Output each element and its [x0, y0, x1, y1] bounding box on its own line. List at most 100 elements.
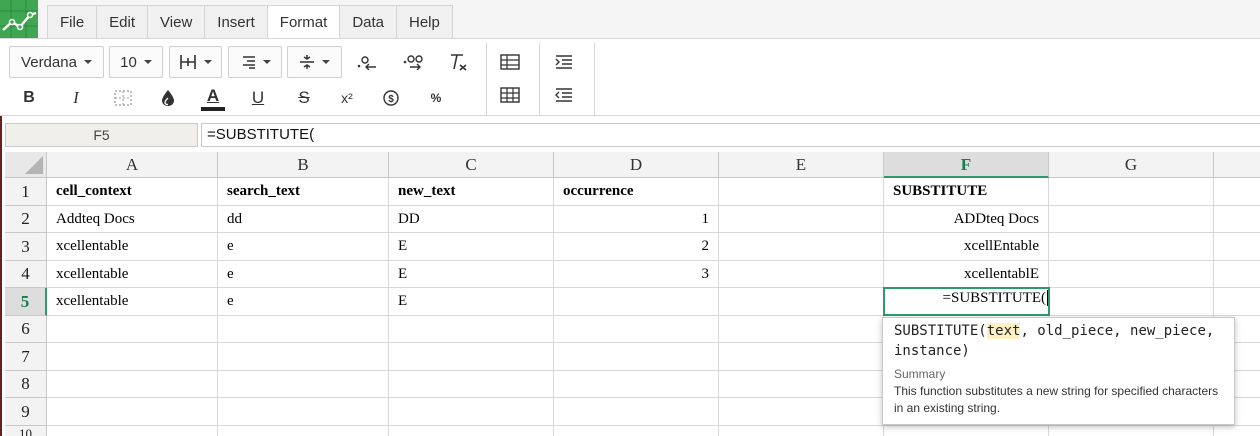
cell-e9[interactable]: [719, 398, 884, 426]
cell-d2[interactable]: 1: [554, 206, 719, 233]
cell-d6[interactable]: [554, 316, 719, 343]
cell-c9[interactable]: [389, 398, 554, 426]
cell-b2[interactable]: dd: [218, 206, 389, 233]
cell-c4[interactable]: E: [389, 261, 554, 288]
cell-b8[interactable]: [218, 371, 389, 398]
outdent-button[interactable]: [552, 83, 576, 107]
fill-color-button[interactable]: [155, 85, 181, 111]
cell-e10[interactable]: [719, 426, 884, 436]
cell-e3[interactable]: [719, 233, 884, 261]
column-header-a[interactable]: A: [47, 152, 218, 178]
cell-c2[interactable]: DD: [389, 206, 554, 233]
cell-e2[interactable]: [719, 206, 884, 233]
cell-f3[interactable]: xcellEntable: [884, 233, 1049, 261]
indent-button[interactable]: [552, 50, 576, 74]
menu-insert[interactable]: Insert: [204, 5, 268, 38]
align-dropdown[interactable]: [228, 46, 282, 78]
cell-c6[interactable]: [389, 316, 554, 343]
decrease-decimal-button[interactable]: [354, 49, 380, 75]
row-header-9[interactable]: 9: [5, 398, 47, 426]
cell-e5[interactable]: [719, 288, 884, 316]
cell-borders-button[interactable]: [110, 85, 136, 111]
select-all-corner[interactable]: [5, 152, 47, 178]
cell-d8[interactable]: [554, 371, 719, 398]
cell-d9[interactable]: [554, 398, 719, 426]
cell-c1[interactable]: new_text: [389, 178, 554, 206]
cell-name-box[interactable]: F5: [5, 123, 198, 147]
row-header-1[interactable]: 1: [5, 178, 47, 206]
column-header-b[interactable]: B: [218, 152, 389, 178]
cell-g10[interactable]: [1049, 426, 1214, 436]
row-header-10[interactable]: 10: [5, 426, 47, 436]
percent-button[interactable]: %: [423, 85, 449, 111]
cell-d1[interactable]: occurrence: [554, 178, 719, 206]
cell-d7[interactable]: [554, 343, 719, 371]
row-header-8[interactable]: 8: [5, 371, 47, 398]
cell-c10[interactable]: [389, 426, 554, 436]
cell-a7[interactable]: [47, 343, 218, 371]
menu-format[interactable]: Format: [266, 5, 341, 38]
cell-c7[interactable]: [389, 343, 554, 371]
row-header-7[interactable]: 7: [5, 343, 47, 371]
font-size-select[interactable]: 10: [109, 46, 163, 78]
underline-button[interactable]: U: [245, 85, 271, 111]
cell-d5[interactable]: [554, 288, 719, 316]
cell-f10[interactable]: [884, 426, 1049, 436]
cell-h4[interactable]: [1214, 261, 1260, 288]
row-header-5[interactable]: 5: [5, 288, 47, 316]
superscript-button[interactable]: x²: [334, 85, 360, 111]
insert-table-button[interactable]: [498, 50, 522, 74]
cell-b5[interactable]: e: [218, 288, 389, 316]
cell-h10[interactable]: [1214, 426, 1260, 436]
cell-a4[interactable]: xcellentable: [47, 261, 218, 288]
cell-a6[interactable]: [47, 316, 218, 343]
cell-e6[interactable]: [719, 316, 884, 343]
cell-g5[interactable]: [1050, 288, 1214, 316]
cell-b10[interactable]: [218, 426, 389, 436]
cell-g1[interactable]: [1049, 178, 1214, 206]
italic-button[interactable]: I: [63, 85, 89, 111]
column-header-g[interactable]: G: [1049, 152, 1214, 178]
row-header-3[interactable]: 3: [5, 233, 47, 261]
cell-a1[interactable]: cell_context: [47, 178, 218, 206]
vertical-align-dropdown[interactable]: [287, 46, 342, 78]
cell-h1[interactable]: [1214, 178, 1260, 206]
cell-a2[interactable]: Addteq Docs: [47, 206, 218, 233]
borders-dropdown[interactable]: [169, 46, 222, 78]
cell-b9[interactable]: [218, 398, 389, 426]
cell-a10[interactable]: [47, 426, 218, 436]
column-header-h[interactable]: [1214, 152, 1260, 178]
currency-button[interactable]: $: [378, 85, 404, 111]
cell-f4[interactable]: xcellentablE: [884, 261, 1049, 288]
formula-input[interactable]: =SUBSTITUTE(: [201, 123, 1260, 147]
menu-help[interactable]: Help: [396, 5, 453, 38]
cell-h3[interactable]: [1214, 233, 1260, 261]
cell-a3[interactable]: xcellentable: [47, 233, 218, 261]
cell-c8[interactable]: [389, 371, 554, 398]
cell-e1[interactable]: [719, 178, 884, 206]
cell-e4[interactable]: [719, 261, 884, 288]
cell-d10[interactable]: [554, 426, 719, 436]
cell-g3[interactable]: [1049, 233, 1214, 261]
cell-a8[interactable]: [47, 371, 218, 398]
cell-c5[interactable]: E: [389, 288, 554, 316]
font-family-select[interactable]: Verdana: [9, 46, 104, 78]
cell-f2[interactable]: ADDteq Docs: [884, 206, 1049, 233]
column-header-f[interactable]: F: [884, 152, 1049, 178]
cell-e7[interactable]: [719, 343, 884, 371]
text-color-button[interactable]: A: [200, 83, 226, 113]
cell-b4[interactable]: e: [218, 261, 389, 288]
menu-view[interactable]: View: [147, 5, 206, 38]
strikethrough-button[interactable]: S: [291, 85, 317, 111]
cell-h2[interactable]: [1214, 206, 1260, 233]
column-header-c[interactable]: C: [389, 152, 554, 178]
cell-e8[interactable]: [719, 371, 884, 398]
column-header-e[interactable]: E: [719, 152, 884, 178]
cell-d4[interactable]: 3: [554, 261, 719, 288]
cell-b1[interactable]: search_text: [218, 178, 389, 206]
cell-g2[interactable]: [1049, 206, 1214, 233]
menu-edit[interactable]: Edit: [96, 5, 149, 38]
clear-format-button[interactable]: [445, 49, 471, 75]
cell-f1[interactable]: SUBSTITUTE: [884, 178, 1049, 206]
cell-a5[interactable]: xcellentable: [47, 288, 218, 316]
